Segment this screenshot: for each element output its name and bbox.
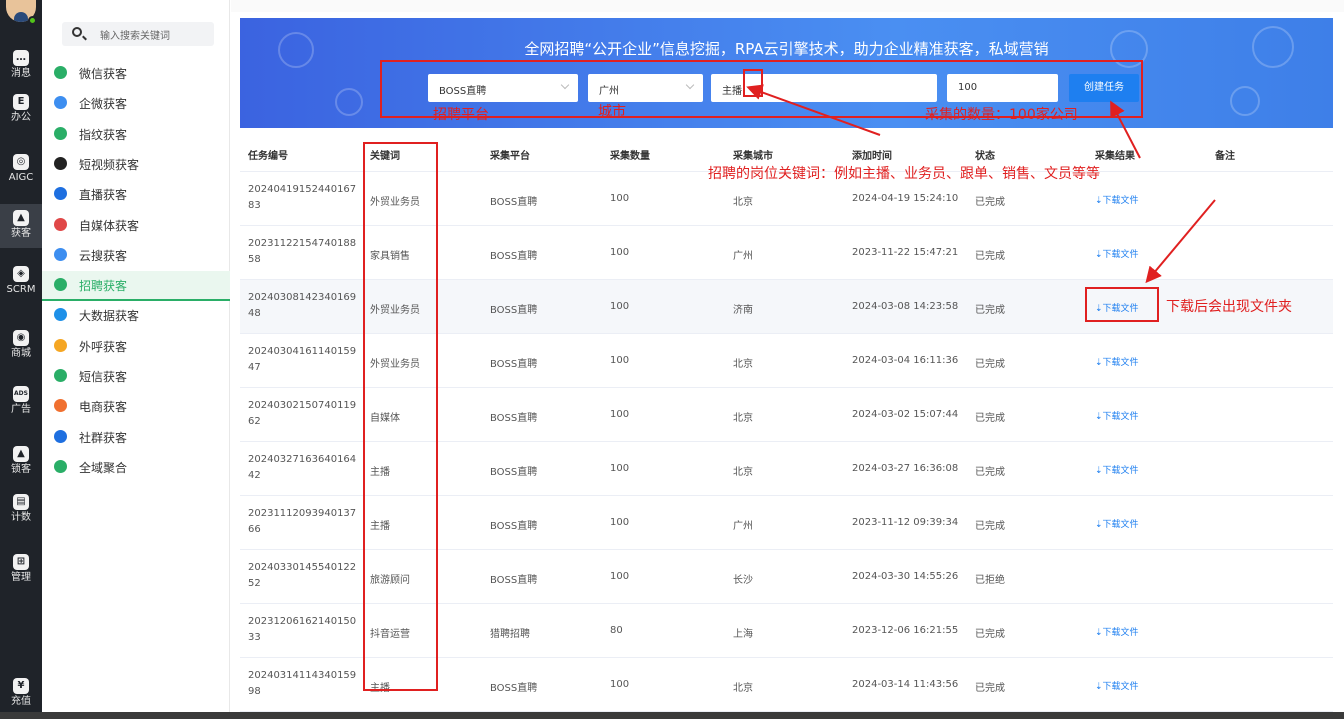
- annotation-arrows: [746, 84, 1216, 284]
- arrow-to-download: [1145, 199, 1216, 284]
- arrow-to-create: [1110, 100, 1141, 159]
- app-window: … 消息 E 办公 ◎ AIGC ▲ 获客 ◈ SCRM ◉ 商城 ADS 广告 ▲ 锁客 ▤ 计数 ⊞ 管理 ¥ 充值 …: [0, 0, 1344, 719]
- bottom-bar: [0, 712, 1344, 719]
- arrow-to-keyword: [746, 84, 881, 136]
